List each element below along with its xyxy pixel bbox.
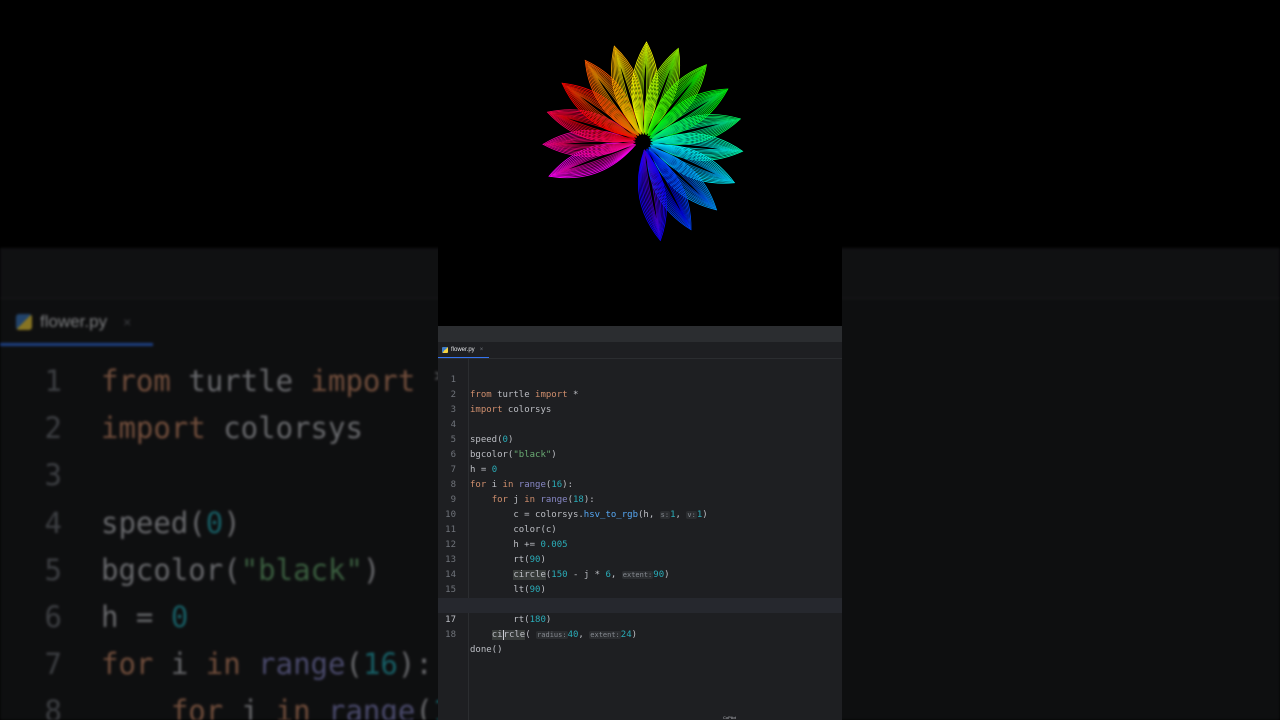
- editor-tabbar: flower.py ×: [438, 342, 842, 359]
- background-line-code: for i in range(16):: [101, 647, 433, 682]
- background-tab: flower.py ×: [0, 300, 153, 346]
- background-line-number: 4: [44, 505, 62, 540]
- close-icon[interactable]: ×: [480, 347, 484, 353]
- code-line: 13 circle(150 - j * 6, extent:90): [438, 538, 842, 580]
- code-line: 11 h += 0.005: [438, 508, 842, 550]
- background-line-code: bgcolor("black"): [101, 552, 381, 587]
- tab-flower-py[interactable]: flower.py ×: [438, 342, 490, 358]
- flower-drawing: [542, 41, 744, 242]
- code-line: 18 done(): [438, 613, 842, 655]
- code-line: 4 speed(0): [438, 403, 842, 445]
- editor-toolbar: [438, 326, 842, 342]
- code-line: 14 lt(90): [438, 553, 842, 595]
- param-hint: extent:: [589, 631, 621, 639]
- copilot-badge[interactable]: CoPilot: [723, 715, 736, 720]
- code-line: 10 color(c): [438, 493, 842, 535]
- background-line-number: 6: [44, 599, 62, 634]
- background-line-number: 2: [44, 411, 62, 446]
- python-file-icon: [442, 346, 448, 353]
- line-number: 18: [445, 630, 456, 640]
- turtle-canvas: [438, 0, 842, 326]
- background-line-code: from turtle import *: [101, 364, 451, 398]
- background-line-number: 1: [44, 364, 62, 398]
- param-hint: radius:: [536, 631, 568, 639]
- line-code: circle( radius:40, extent:24): [491, 629, 638, 640]
- code-editor: flower.py × 1 from turtle import * 2 imp…: [438, 326, 842, 720]
- code-line: 16 rt(180): [438, 583, 842, 625]
- background-line-number: 3: [44, 458, 62, 493]
- text-caret: [502, 629, 504, 640]
- code-line: 8 for j in range(18):: [438, 463, 842, 505]
- code-line: 1 from turtle import *: [438, 358, 842, 400]
- line-code: done(): [470, 645, 503, 655]
- code-line: 5 bgcolor("black"): [438, 418, 842, 460]
- code-line: 6 h = 0: [438, 433, 842, 475]
- code-line: 7 for i in range(16):: [438, 448, 842, 490]
- python-file-icon: [16, 313, 32, 330]
- code-line: 3: [438, 388, 842, 415]
- close-icon: ×: [123, 313, 132, 330]
- background-line-code: h = 0: [101, 599, 189, 634]
- background-line-number: 7: [44, 647, 62, 682]
- background-line-number: 8: [44, 694, 62, 720]
- background-line-code: speed(0): [101, 505, 241, 540]
- background-tab-label: flower.py: [40, 311, 108, 331]
- code-line: 12 rt(90): [438, 523, 842, 565]
- background-line-code: import colorsys: [101, 411, 363, 446]
- code-line: 2 import colorsys: [438, 373, 842, 415]
- background-line-number: 5: [44, 552, 62, 587]
- code-line: 9 c = colorsys.hsv_to_rgb(h, s:1, v:1): [438, 478, 842, 520]
- code-line-current: 17 circle( radius:40, extent:24): [438, 598, 842, 640]
- code-line: 15 circle(150 - j * 6, extent:90): [438, 568, 842, 610]
- tab-label: flower.py: [451, 346, 475, 353]
